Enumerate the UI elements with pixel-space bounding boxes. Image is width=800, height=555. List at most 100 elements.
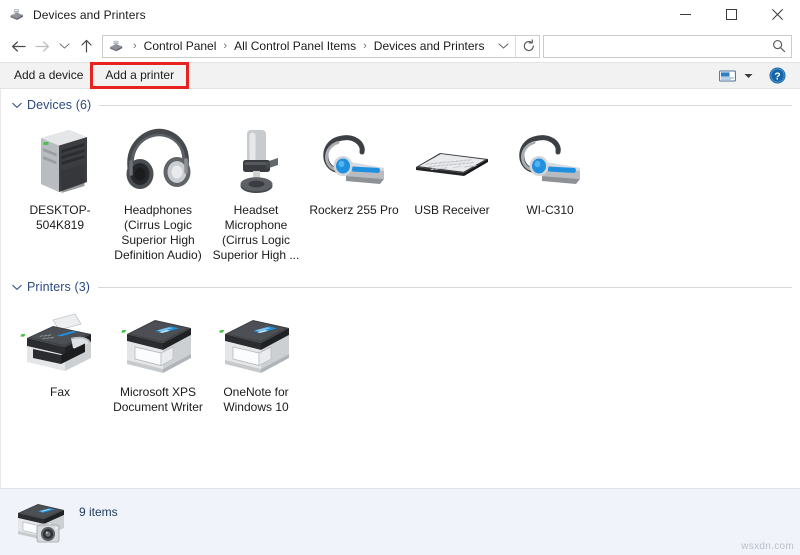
chevron-down-icon[interactable] xyxy=(10,281,23,294)
recent-locations-button[interactable] xyxy=(54,34,74,58)
device-label: DESKTOP-504K819 xyxy=(12,203,108,233)
headphones-icon xyxy=(119,124,197,198)
minimize-icon xyxy=(680,9,691,20)
command-bar-right-group: ? xyxy=(714,65,794,87)
watermark: wsxdn.com xyxy=(741,541,794,552)
minimize-button[interactable] xyxy=(662,0,708,29)
breadcrumb-item-control-panel[interactable]: Control Panel xyxy=(142,37,219,55)
search-box[interactable] xyxy=(543,35,792,58)
bluetooth-headset-icon xyxy=(508,123,592,199)
fax-machine-icon xyxy=(19,308,101,378)
printer-icon xyxy=(116,305,200,381)
microphone-icon xyxy=(221,124,291,198)
add-a-device-button[interactable]: Add a device xyxy=(4,65,93,86)
search-button[interactable] xyxy=(767,36,791,57)
close-icon xyxy=(772,9,783,20)
maximize-button[interactable] xyxy=(708,0,754,29)
device-label: Headset Microphone (Cirrus Logic Superio… xyxy=(208,203,304,263)
breadcrumb-separator: › xyxy=(128,41,142,52)
printer-tile-fax[interactable]: Fax xyxy=(11,303,109,400)
printer-icon xyxy=(117,308,199,378)
printers-items-row: Fax xyxy=(1,297,800,415)
chevron-down-icon xyxy=(12,284,22,291)
device-label: USB Receiver xyxy=(404,203,500,218)
devices-and-printers-window: Devices and Printers xyxy=(0,0,800,555)
up-arrow-icon xyxy=(80,39,93,53)
device-label: Rockerz 255 Pro xyxy=(306,203,402,218)
address-bar-row: › Control Panel › All Control Panel Item… xyxy=(0,30,800,62)
keyboard-icon xyxy=(410,123,494,199)
printer-label: Fax xyxy=(12,385,108,400)
printer-icon xyxy=(214,305,298,381)
printer-tile-xps[interactable]: Microsoft XPS Document Writer xyxy=(109,303,207,415)
group-title-devices: Devices (6) xyxy=(27,98,91,112)
printer-camera-preview-icon xyxy=(12,497,70,549)
caret-down-icon xyxy=(744,73,753,79)
forward-arrow-icon xyxy=(35,40,50,53)
device-label: Headphones (Cirrus Logic Superior High D… xyxy=(110,203,206,263)
back-arrow-icon xyxy=(11,40,26,53)
refresh-icon xyxy=(522,39,536,53)
status-bar: 9 items wsxdn.com xyxy=(0,488,800,555)
fax-machine-icon xyxy=(18,305,102,381)
device-tile-rockerz[interactable]: Rockerz 255 Pro xyxy=(305,121,403,218)
forward-button[interactable] xyxy=(30,34,54,58)
device-label: WI-C310 xyxy=(502,203,598,218)
help-circle-icon: ? xyxy=(769,67,786,84)
headphones-icon xyxy=(116,123,200,199)
view-layout-icon xyxy=(719,69,736,83)
chevron-down-icon xyxy=(12,102,22,109)
device-tile-headset-microphone[interactable]: Headset Microphone (Cirrus Logic Superio… xyxy=(207,121,305,263)
desktop-tower-icon xyxy=(23,124,97,198)
keyboard-icon xyxy=(410,131,494,191)
device-tile-wi-c310[interactable]: WI-C310 xyxy=(501,121,599,218)
breadcrumb[interactable]: › Control Panel › All Control Panel Item… xyxy=(102,35,540,58)
svg-text:?: ? xyxy=(774,70,780,82)
bluetooth-headset-icon xyxy=(312,123,396,199)
microphone-icon xyxy=(214,123,298,199)
devices-printers-icon xyxy=(108,38,124,54)
chevron-down-icon[interactable] xyxy=(10,99,23,112)
breadcrumb-separator: › xyxy=(358,41,372,52)
refresh-button[interactable] xyxy=(515,36,540,57)
window-title: Devices and Printers xyxy=(33,8,146,22)
items-view[interactable]: Devices (6) xyxy=(0,89,800,488)
breadcrumb-item-devices-and-printers[interactable]: Devices and Printers xyxy=(372,37,487,55)
chevron-down-icon xyxy=(498,42,509,50)
group-separator-line xyxy=(99,105,792,106)
group-header-devices[interactable]: Devices (6) xyxy=(1,95,800,115)
printer-label: OneNote for Windows 10 xyxy=(208,385,304,415)
breadcrumb-item-all-control-panel-items[interactable]: All Control Panel Items xyxy=(232,37,358,55)
search-input[interactable] xyxy=(544,37,767,56)
help-button[interactable]: ? xyxy=(764,65,790,87)
bluetooth-headset-icon xyxy=(508,126,592,196)
up-button[interactable] xyxy=(74,34,98,58)
device-tile-usb-receiver[interactable]: USB Receiver xyxy=(403,121,501,218)
maximize-icon xyxy=(726,9,737,20)
view-dropdown-button[interactable] xyxy=(740,65,756,87)
breadcrumb-separator: › xyxy=(218,41,232,52)
devices-items-row: DESKTOP-504K819 xyxy=(1,115,800,263)
command-bar: Add a device Add a printer xyxy=(0,62,800,89)
add-a-printer-button[interactable]: Add a printer xyxy=(93,65,186,86)
breadcrumb-dropdown-button[interactable] xyxy=(493,36,515,57)
change-view-button[interactable] xyxy=(714,65,740,87)
printer-tile-onenote[interactable]: OneNote for Windows 10 xyxy=(207,303,305,415)
group-separator-line xyxy=(98,287,792,288)
printer-label: Microsoft XPS Document Writer xyxy=(110,385,206,415)
chevron-down-icon xyxy=(59,42,70,50)
group-header-printers[interactable]: Printers (3) xyxy=(1,277,800,297)
devices-printers-icon xyxy=(8,6,25,23)
printer-icon xyxy=(215,308,297,378)
desktop-tower-icon xyxy=(18,123,102,199)
window-controls xyxy=(662,0,800,29)
close-button[interactable] xyxy=(754,0,800,29)
device-tile-desktop[interactable]: DESKTOP-504K819 xyxy=(11,121,109,233)
back-button[interactable] xyxy=(6,34,30,58)
printer-camera-preview-icon xyxy=(10,494,72,552)
item-count-label: 9 items xyxy=(79,505,118,519)
title-bar: Devices and Printers xyxy=(0,0,800,30)
group-title-printers: Printers (3) xyxy=(27,280,90,294)
device-tile-headphones[interactable]: Headphones (Cirrus Logic Superior High D… xyxy=(109,121,207,263)
search-icon xyxy=(772,39,786,53)
